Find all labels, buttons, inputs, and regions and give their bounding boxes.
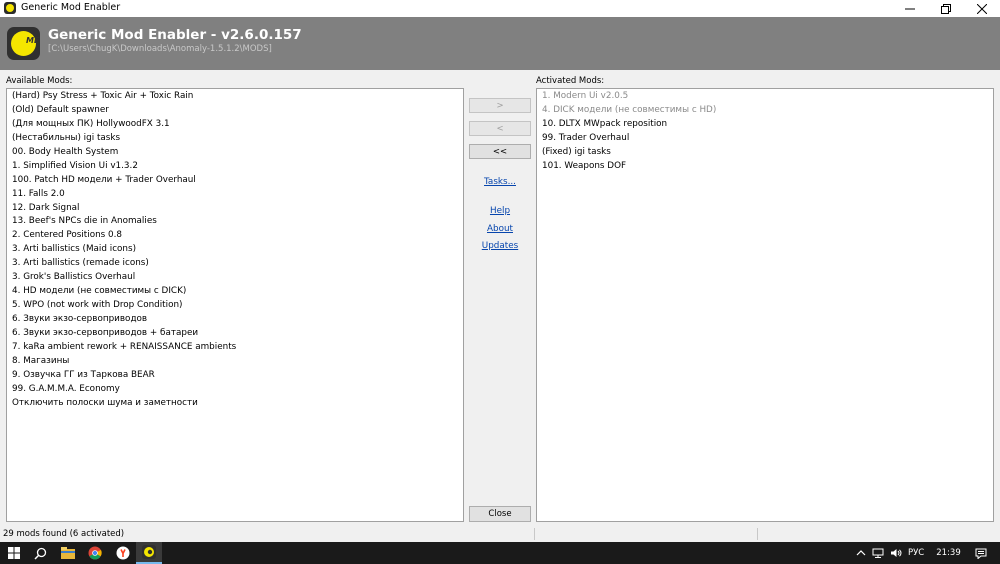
activated-mod-item[interactable]: 101. Weapons DOF: [537, 160, 993, 174]
available-mod-item[interactable]: Отключить полоски шума и заметности: [7, 397, 463, 411]
tasks-link[interactable]: Tasks...: [469, 177, 531, 187]
input-language[interactable]: РУС: [908, 548, 924, 558]
available-mod-item[interactable]: 2. Centered Positions 0.8: [7, 229, 463, 243]
updates-link[interactable]: Updates: [469, 241, 531, 251]
status-bar: 29 mods found (6 activated): [0, 526, 1000, 542]
activated-mod-item[interactable]: (Fixed) igi tasks: [537, 146, 993, 160]
gme-logo: ME: [7, 27, 40, 60]
chevron-up-icon[interactable]: [856, 549, 866, 557]
available-mod-item[interactable]: (Нестабильны) igi tasks: [7, 132, 463, 146]
activated-mod-item[interactable]: 99. Trader Overhaul: [537, 132, 993, 146]
help-link[interactable]: Help: [469, 206, 531, 216]
clock[interactable]: 21:39: [936, 548, 961, 558]
activated-mods-list[interactable]: 1. Modern Ui v2.0.5 4. DICK модели (не со…: [536, 88, 994, 522]
deactivate-all-button[interactable]: <<: [469, 144, 531, 159]
restore-button[interactable]: [928, 0, 964, 17]
available-mod-item[interactable]: 11. Falls 2.0: [7, 188, 463, 202]
network-icon[interactable]: [872, 548, 884, 558]
available-mod-item[interactable]: 5. WPO (not work with Drop Condition): [7, 299, 463, 313]
available-mod-item[interactable]: (Hard) Psy Stress + Toxic Air + Toxic Ra…: [7, 90, 463, 104]
logo-text: ME: [26, 36, 40, 45]
chrome-icon: [88, 546, 102, 560]
app-header: ME Generic Mod Enabler - v2.6.0.157 [C:\…: [0, 17, 1000, 70]
available-mod-item[interactable]: 13. Beef's NPCs die in Anomalies: [7, 215, 463, 229]
available-mods-label: Available Mods:: [6, 76, 73, 86]
available-mod-item[interactable]: 9. Озвучка ГГ из Таркова BEAR: [7, 369, 463, 383]
app-title: Generic Mod Enabler - v2.6.0.157: [48, 27, 302, 43]
window-title: Generic Mod Enabler: [21, 2, 121, 13]
chrome-button[interactable]: [82, 542, 108, 564]
title-bar: Generic Mod Enabler: [0, 0, 1000, 17]
available-mod-item[interactable]: 3. Arti ballistics (remade icons): [7, 257, 463, 271]
available-mod-item[interactable]: 4. HD модели (не совместимы с DICK): [7, 285, 463, 299]
available-mod-item[interactable]: 100. Patch HD модели + Trader Overhaul: [7, 174, 463, 188]
available-mod-item[interactable]: (Old) Default spawner: [7, 104, 463, 118]
activate-mod-button[interactable]: >: [469, 98, 531, 113]
deactivate-mod-button[interactable]: <: [469, 121, 531, 136]
status-text: 29 mods found (6 activated): [3, 529, 125, 539]
restore-icon: [941, 3, 951, 14]
volume-icon[interactable]: [890, 548, 902, 558]
yandex-browser-icon: [116, 546, 130, 560]
notifications-icon[interactable]: [975, 548, 987, 559]
available-mod-item[interactable]: 8. Магазины: [7, 355, 463, 369]
start-icon: [8, 547, 20, 559]
gme-taskbar-icon: [142, 545, 156, 559]
available-mods-list[interactable]: (Hard) Psy Stress + Toxic Air + Toxic Ra…: [6, 88, 464, 522]
activated-mod-item[interactable]: 4. DICK модели (не совместимы с HD): [537, 104, 993, 118]
start-button[interactable]: [1, 542, 27, 564]
search-icon: [33, 547, 46, 560]
activated-mod-item[interactable]: 10. DLTX MWpack reposition: [537, 118, 993, 132]
yandex-browser-button[interactable]: [110, 542, 136, 564]
available-mod-item[interactable]: 3. Grok's Ballistics Overhaul: [7, 271, 463, 285]
gme-taskbar-button[interactable]: [136, 542, 162, 564]
taskbar: РУС 21:39: [0, 542, 1000, 564]
minimize-icon: [905, 8, 915, 9]
available-mod-item[interactable]: 6. Звуки экзо-сервоприводов + батареи: [7, 327, 463, 341]
about-link[interactable]: About: [469, 224, 531, 234]
available-mod-item[interactable]: (Для мощных ПК) HollywoodFX 3.1: [7, 118, 463, 132]
available-mod-item[interactable]: 3. Arti ballistics (Maid icons): [7, 243, 463, 257]
gme-app-icon: [4, 2, 16, 14]
close-button[interactable]: Close: [469, 506, 531, 522]
search-button[interactable]: [27, 542, 53, 564]
available-mod-item[interactable]: 00. Body Health System: [7, 146, 463, 160]
activated-mod-item[interactable]: 1. Modern Ui v2.0.5: [537, 90, 993, 104]
mods-path: [C:\Users\ChugK\Downloads\Anomaly-1.5.1.…: [48, 44, 272, 54]
available-mod-item[interactable]: 6. Звуки экзо-сервоприводов: [7, 313, 463, 327]
available-mod-item[interactable]: 99. G.A.M.M.A. Economy: [7, 383, 463, 397]
available-mod-item[interactable]: 1. Simplified Vision Ui v1.3.2: [7, 160, 463, 174]
available-mod-item[interactable]: 12. Dark Signal: [7, 202, 463, 216]
close-icon: [977, 3, 987, 14]
file-explorer-button[interactable]: [55, 542, 81, 564]
file-explorer-icon: [61, 547, 75, 559]
close-window-button[interactable]: [964, 0, 1000, 17]
minimize-button[interactable]: [892, 0, 928, 17]
available-mod-item[interactable]: 7. kaRa ambient rework + RENAISSANCE amb…: [7, 341, 463, 355]
activated-mods-label: Activated Mods:: [536, 76, 605, 86]
